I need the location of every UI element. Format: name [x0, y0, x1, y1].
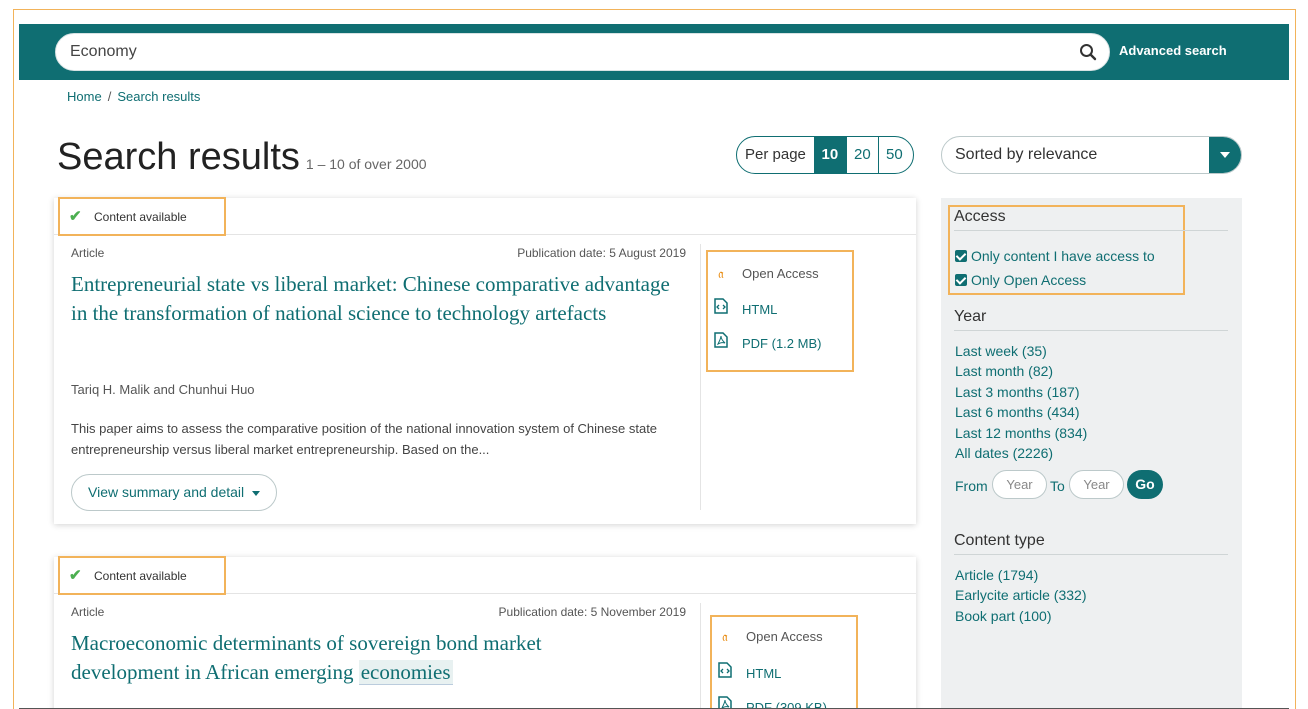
- year-filter-heading: Year: [954, 308, 1228, 331]
- divider: [700, 244, 701, 510]
- content-type-label: Article: [71, 246, 105, 260]
- year-filter-link[interactable]: Last week (35): [955, 343, 1047, 359]
- go-button[interactable]: Go: [1127, 470, 1163, 499]
- caret-down-icon: [252, 490, 261, 496]
- open-access-badge: 𝔞 Open Access: [714, 266, 819, 282]
- result-title-text: Macroeconomic determinants of sovereign …: [71, 631, 542, 684]
- result-authors: Tariq H. Malik and Chunhui Huo: [71, 382, 255, 397]
- content-type-link[interactable]: Article (1794): [955, 567, 1038, 583]
- header-bar: Advanced search: [19, 24, 1289, 80]
- content-type-link[interactable]: Book part (100): [955, 608, 1052, 624]
- checkbox-checked-icon[interactable]: [955, 250, 967, 262]
- pdf-file-icon: [714, 332, 728, 348]
- page-title-text: Search results: [57, 136, 300, 178]
- html-link[interactable]: HTML: [718, 662, 781, 681]
- advanced-search-link[interactable]: Advanced search: [1119, 43, 1227, 58]
- html-label: HTML: [742, 302, 778, 317]
- filter-sidebar: Access Only content I have access to Onl…: [941, 198, 1242, 709]
- year-filter-link[interactable]: Last month (82): [955, 363, 1053, 379]
- page-title: Search results 1 – 10 of over 2000: [57, 136, 427, 179]
- content-type-heading: Content type: [954, 532, 1228, 555]
- open-access-label: Open Access: [742, 266, 819, 281]
- result-card: ✔ Content available Article Publication …: [54, 556, 916, 709]
- breadcrumb-current[interactable]: Search results: [117, 89, 200, 104]
- publication-date: Publication date: 5 November 2019: [498, 605, 686, 619]
- access-filter-option[interactable]: Only content I have access to: [955, 248, 1155, 264]
- availability-bar: ✔ Content available: [54, 197, 916, 236]
- per-page-option-10[interactable]: 10: [813, 137, 846, 173]
- html-label: HTML: [746, 666, 782, 681]
- result-abstract: This paper aims to assess the comparativ…: [71, 421, 658, 457]
- search-input[interactable]: [70, 42, 1070, 62]
- access-filter-heading: Access: [954, 208, 1228, 231]
- per-page-option-50[interactable]: 50: [877, 137, 910, 173]
- result-title-link[interactable]: Entrepreneurial state vs liberal market:…: [71, 270, 691, 328]
- from-label: From: [955, 478, 988, 494]
- year-from-input[interactable]: Year: [992, 470, 1047, 499]
- year-filter-link[interactable]: All dates (2226): [955, 445, 1053, 461]
- open-access-label: Open Access: [746, 629, 823, 644]
- per-page-option-20[interactable]: 20: [845, 137, 878, 173]
- view-summary-button[interactable]: View summary and detail: [71, 474, 278, 511]
- access-options: 𝔞 Open Access HTML PDF (309 KB): [710, 615, 858, 709]
- html-link[interactable]: HTML: [714, 298, 777, 317]
- checkmark-icon: ✔: [69, 567, 82, 584]
- access-options: 𝔞 Open Access HTML PDF (1.2 MB): [706, 250, 854, 372]
- html-file-icon: [714, 298, 728, 314]
- open-access-filter-option[interactable]: Only Open Access: [955, 272, 1086, 288]
- open-access-icon: 𝔞: [722, 629, 728, 644]
- open-access-filter-label: Only Open Access: [971, 272, 1087, 288]
- page-frame: Advanced search Home / Search results Sear…: [13, 9, 1296, 709]
- per-page-selector: Per page 10 20 50: [736, 136, 914, 174]
- year-filter-link[interactable]: Last 12 months (834): [955, 425, 1087, 441]
- breadcrumb-home-link[interactable]: Home: [67, 89, 102, 104]
- result-title-link[interactable]: Macroeconomic determinants of sovereign …: [71, 629, 631, 687]
- content-type-label: Article: [71, 605, 105, 619]
- per-page-label: Per page: [745, 146, 806, 163]
- breadcrumb-separator: /: [107, 89, 112, 104]
- publication-date: Publication date: 5 August 2019: [517, 246, 686, 260]
- open-access-badge: 𝔞 Open Access: [718, 629, 823, 645]
- search-box[interactable]: [55, 33, 1110, 71]
- view-summary-label: View summary and detail: [88, 484, 245, 500]
- sort-value: Sorted by relevance: [955, 146, 1098, 163]
- year-filter-link[interactable]: Last 6 months (434): [955, 404, 1080, 420]
- breadcrumb: Home / Search results: [67, 89, 200, 104]
- to-label: To: [1050, 478, 1065, 494]
- search-term-highlight: economies: [358, 660, 453, 685]
- year-filter-link[interactable]: Last 3 months (187): [955, 384, 1080, 400]
- pdf-label: PDF (1.2 MB): [742, 336, 822, 351]
- availability-bar: ✔ Content available: [54, 556, 916, 595]
- sort-dropdown[interactable]: Sorted by relevance: [941, 136, 1242, 174]
- html-file-icon: [718, 662, 732, 678]
- checkmark-icon: ✔: [69, 208, 82, 225]
- pdf-link[interactable]: PDF (1.2 MB): [714, 332, 821, 351]
- open-access-icon: 𝔞: [718, 266, 724, 281]
- result-count: 1 – 10 of over 2000: [305, 156, 427, 172]
- availability-label: Content available: [94, 569, 187, 583]
- search-icon[interactable]: [1079, 43, 1097, 61]
- checkbox-checked-icon[interactable]: [955, 274, 967, 286]
- availability-label: Content available: [94, 210, 187, 224]
- content-type-link[interactable]: Earlycite article (332): [955, 587, 1087, 603]
- result-card: ✔ Content available Article Publication …: [54, 197, 916, 524]
- divider: [700, 603, 701, 709]
- year-to-input[interactable]: Year: [1069, 470, 1124, 499]
- access-filter-label: Only content I have access to: [971, 248, 1155, 264]
- chevron-down-icon[interactable]: [1209, 137, 1241, 173]
